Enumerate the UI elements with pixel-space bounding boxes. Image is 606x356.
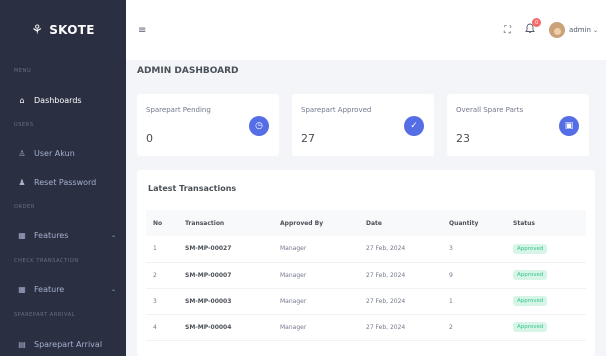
cell-quantity: 1 xyxy=(442,288,506,315)
table-row[interactable]: 3 SM-MP-00003 Manager 27 Feb, 2024 1 App… xyxy=(146,288,586,315)
chevron-down-icon: ⌄ xyxy=(592,27,598,34)
notification-bell[interactable]: 0 xyxy=(525,18,542,37)
stat-value: 0 xyxy=(146,132,153,145)
sidebar-item-label: User Akun xyxy=(34,148,75,158)
table-header-row: No Transaction Approved By Date Quantity… xyxy=(146,210,586,236)
stat-card-approved: Sparepart Approved 27 ✓ xyxy=(292,94,434,156)
topbar-actions: ⛶ 0 admin ⌄ xyxy=(504,0,598,60)
sidebar: ⚘ SKOTE MENU ⌂ Dashboards USERS ♙ User A… xyxy=(0,0,126,356)
sidebar-item-user-akun[interactable]: ♙ User Akun xyxy=(0,143,126,163)
cell-date: 27 Feb, 2024 xyxy=(359,236,442,263)
cell-no: 1 xyxy=(146,236,178,263)
box-icon: ▤ xyxy=(18,339,26,349)
grid-icon: ▦ xyxy=(18,230,26,240)
cell-quantity: 3 xyxy=(442,236,506,263)
cell-approved-by: Manager xyxy=(273,262,359,289)
check-circle-icon: ✓ xyxy=(404,116,424,136)
section-order: ORDER xyxy=(14,204,35,210)
stat-card-pending: Sparepart Pending 0 ◷ xyxy=(137,94,279,156)
column-header[interactable]: Date xyxy=(359,210,442,236)
clock-icon: ◷ xyxy=(249,116,269,136)
stat-value: 27 xyxy=(301,132,315,145)
cell-status: Approved xyxy=(506,288,586,315)
section-menu: MENU xyxy=(14,68,32,74)
section-users: USERS xyxy=(14,122,34,128)
cell-date: 27 Feb, 2024 xyxy=(359,262,442,289)
cell-approved-by: Manager xyxy=(273,314,359,341)
user-name: admin xyxy=(569,26,591,34)
user-icon: ♙ xyxy=(18,148,26,158)
sidebar-item-features[interactable]: ▦ Features ⌄ xyxy=(0,225,126,245)
user-reset-icon: ♟ xyxy=(18,177,26,187)
notification-badge: 0 xyxy=(532,18,542,27)
cell-transaction: SM-MP-00004 xyxy=(178,314,273,341)
sidebar-item-label: Dashboards xyxy=(34,95,82,105)
stat-label: Sparepart Approved xyxy=(301,106,372,114)
cell-approved-by: Manager xyxy=(273,288,359,315)
chevron-down-icon: ⌄ xyxy=(110,285,116,293)
cell-status: Approved xyxy=(506,262,586,289)
brand-name: SKOTE xyxy=(49,23,95,37)
transactions-table: No Transaction Approved By Date Quantity… xyxy=(146,210,586,341)
sidebar-item-label: Reset Password xyxy=(34,177,97,187)
status-badge: Approved xyxy=(513,270,548,280)
home-icon: ⌂ xyxy=(19,95,25,105)
page-title: ADMIN DASHBOARD xyxy=(137,66,239,76)
cell-quantity: 2 xyxy=(442,314,506,341)
user-menu[interactable]: admin ⌄ xyxy=(569,26,598,34)
column-header[interactable]: Transaction xyxy=(178,210,273,236)
cell-transaction: SM-MP-00007 xyxy=(178,262,273,289)
cell-transaction: SM-MP-00003 xyxy=(178,288,273,315)
status-badge: Approved xyxy=(513,322,548,332)
column-header[interactable]: Approved By xyxy=(273,210,359,236)
sidebar-item-reset-password[interactable]: ♟ Reset Password xyxy=(0,172,126,192)
cell-no: 4 xyxy=(146,314,178,341)
cell-date: 27 Feb, 2024 xyxy=(359,288,442,315)
sidebar-item-label: Sparepart Arrival xyxy=(34,339,103,349)
logo-icon: ⚘ xyxy=(31,22,44,38)
cell-no: 3 xyxy=(146,288,178,315)
clipboard-icon: ▣ xyxy=(559,116,579,136)
stat-label: Overall Spare Parts xyxy=(456,106,524,114)
cell-approved-by: Manager xyxy=(273,236,359,263)
stat-card-overall: Overall Spare Parts 23 ▣ xyxy=(447,94,589,156)
stat-value: 23 xyxy=(456,132,470,145)
column-header[interactable]: No xyxy=(146,210,178,236)
cell-quantity: 9 xyxy=(442,262,506,289)
cell-no: 2 xyxy=(146,262,178,289)
avatar[interactable] xyxy=(549,22,566,38)
cell-status: Approved xyxy=(506,236,586,263)
brand-logo[interactable]: ⚘ SKOTE xyxy=(0,0,126,60)
table-row[interactable]: 4 SM-MP-00004 Manager 27 Feb, 2024 2 App… xyxy=(146,314,586,341)
chevron-down-icon: ⌄ xyxy=(110,231,116,239)
latest-transactions-card: Latest Transactions No Transaction Appro… xyxy=(137,170,595,356)
status-badge: Approved xyxy=(513,296,548,306)
cell-transaction: SM-MP-00027 xyxy=(178,236,273,263)
card-title: Latest Transactions xyxy=(148,184,237,193)
cell-date: 27 Feb, 2024 xyxy=(359,314,442,341)
fullscreen-icon[interactable]: ⛶ xyxy=(504,25,511,36)
bell-icon xyxy=(525,23,535,37)
topbar: ≡ ⛶ 0 admin ⌄ xyxy=(126,0,606,60)
sidebar-item-label: Feature xyxy=(34,284,65,294)
menu-toggle-icon[interactable]: ≡ xyxy=(138,25,146,36)
column-header[interactable]: Quantity xyxy=(442,210,506,236)
grid-icon: ▦ xyxy=(18,284,26,294)
sidebar-item-sparepart-arrival[interactable]: ▤ Sparepart Arrival xyxy=(0,334,126,354)
section-check-transaction: CHECK TRANSACTION xyxy=(14,258,79,264)
section-sparepart-arrival: SPAREPART ARRIVAL xyxy=(14,312,76,318)
stat-label: Sparepart Pending xyxy=(146,106,211,114)
cell-status: Approved xyxy=(506,314,586,341)
status-badge: Approved xyxy=(513,243,548,254)
table-row[interactable]: 1 SM-MP-00027 Manager 27 Feb, 2024 3 App… xyxy=(146,236,586,263)
sidebar-item-label: Features xyxy=(34,230,69,240)
table-row[interactable]: 2 SM-MP-00007 Manager 27 Feb, 2024 9 App… xyxy=(146,262,586,289)
column-header[interactable]: Status xyxy=(506,210,586,236)
sidebar-item-dashboards[interactable]: ⌂ Dashboards xyxy=(0,90,126,110)
sidebar-item-feature[interactable]: ▦ Feature ⌄ xyxy=(0,279,126,299)
